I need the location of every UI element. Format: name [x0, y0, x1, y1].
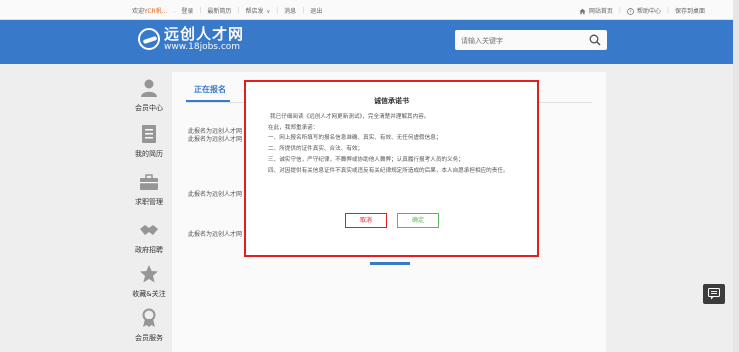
pledge-line: 一、网上报名所填写的报名信息准确、真实、有效、无任何虚假信息；	[268, 135, 442, 142]
pledge-line: 四、对因提供有关信息证件不真实或违反有关纪律规定所造成的后果，本人自愿承担相应的…	[268, 167, 509, 174]
page-scrollbar[interactable]	[733, 0, 739, 352]
feedback-button[interactable]	[703, 284, 725, 304]
chat-icon	[708, 288, 720, 300]
cancel-button[interactable]: 取消	[345, 213, 387, 228]
dialog-title: 诚信承诺书	[374, 97, 409, 105]
pledge-line: 三、诚实守信，严守纪律，不舞弊或协助他人舞弊；认真履行报考人员的义务；	[268, 156, 464, 163]
pledge-line: 二、所提供的证件真实、合法、有效；	[268, 146, 364, 153]
pledge-line: 在此，我郑重承诺：	[268, 124, 319, 131]
confirm-button[interactable]: 确定	[397, 213, 439, 228]
pledge-line: 我已仔细阅读《远创人才网更新测试》，完全清楚并理解其内容。	[270, 114, 430, 120]
integrity-pledge-dialog: 诚信承诺书 我已仔细阅读《远创人才网更新测试》，完全清楚并理解其内容。 在此，我…	[244, 80, 539, 257]
dialog-body: 我已仔细阅读《远创人才网更新测试》，完全清楚并理解其内容。 在此，我郑重承诺： …	[268, 112, 530, 176]
